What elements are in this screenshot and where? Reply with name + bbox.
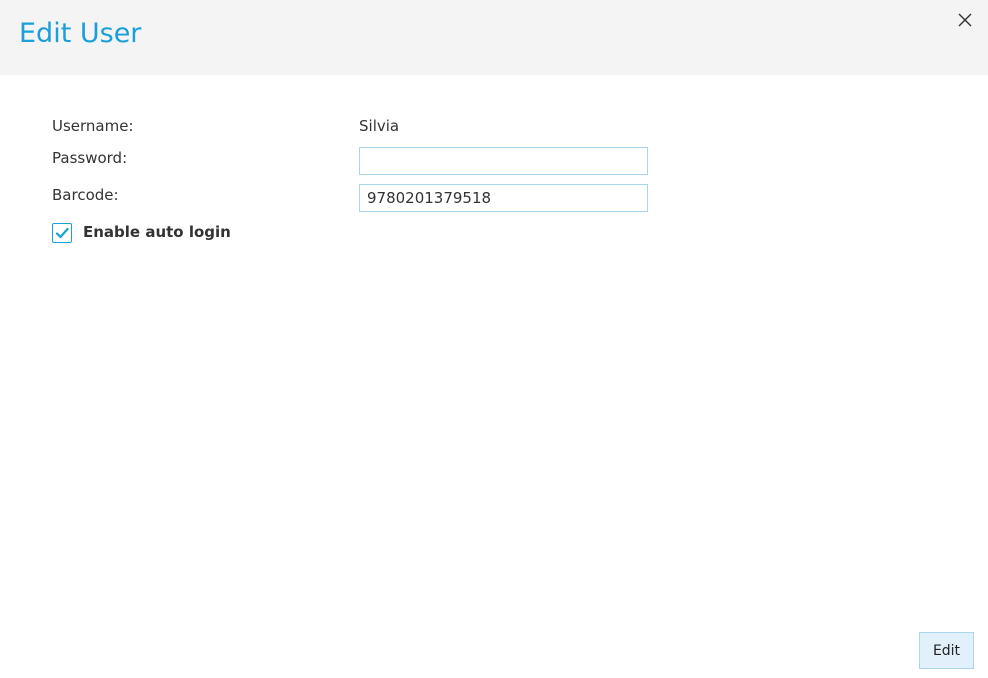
dialog-title: Edit User [19, 18, 142, 49]
dialog-header: Edit User [0, 0, 988, 75]
username-label: Username: [52, 117, 134, 135]
edit-button[interactable]: Edit [919, 632, 974, 669]
barcode-field[interactable] [359, 184, 648, 212]
auto-login-label[interactable]: Enable auto login [83, 222, 231, 242]
close-button[interactable] [954, 9, 976, 31]
close-icon [958, 13, 972, 27]
auto-login-checkbox[interactable] [52, 223, 72, 243]
checkmark-icon [55, 227, 69, 239]
password-field[interactable] [359, 147, 648, 175]
barcode-label: Barcode: [52, 186, 119, 204]
username-value: Silvia [359, 117, 400, 135]
edit-user-dialog: Edit User Username: Silvia Password: Bar… [0, 0, 988, 678]
password-label: Password: [52, 149, 128, 167]
